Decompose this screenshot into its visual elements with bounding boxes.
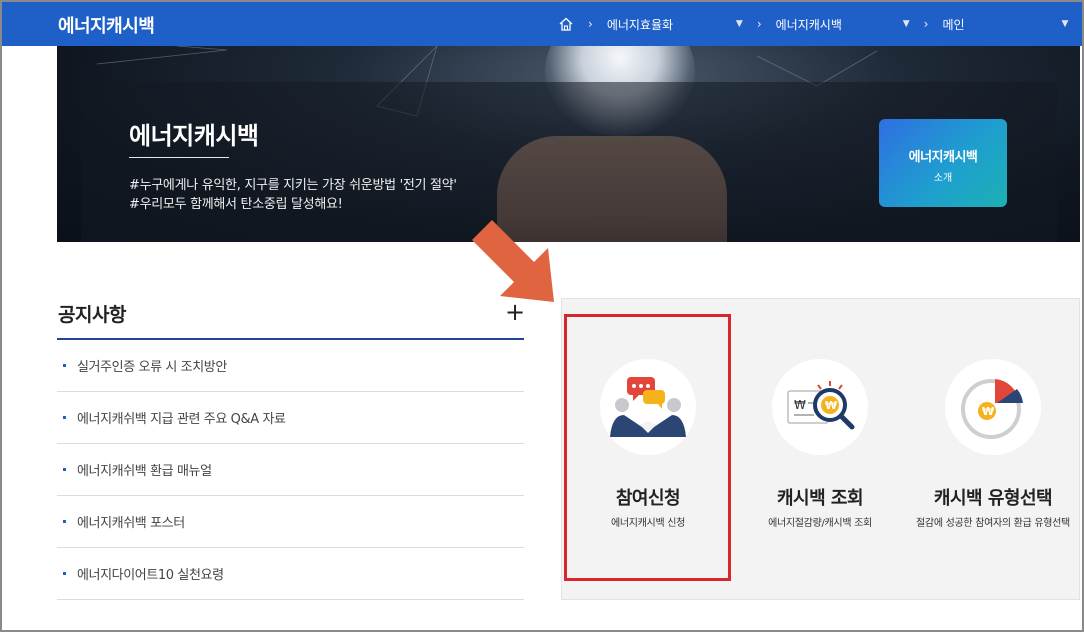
intro-button[interactable]: 에너지캐시백 소개 — [879, 119, 1007, 207]
bullet-icon — [63, 520, 66, 523]
chevron-down-icon: ▼ — [1061, 19, 1069, 29]
breadcrumb-label: 에너지효율화 — [606, 17, 674, 32]
svg-text:₩: ₩ — [794, 398, 806, 412]
notice-item[interactable]: 에너지캐쉬백 환급 매뉴얼 — [57, 444, 524, 496]
notice-item[interactable]: 에너지캐쉬백 포스터 — [57, 496, 524, 548]
breadcrumb-separator-icon: › — [923, 17, 929, 31]
highlight-box — [564, 314, 731, 581]
breadcrumb-item-main[interactable]: 메인 ▼ — [942, 16, 1068, 33]
notice-item[interactable]: 에너지캐쉬백 지급 관련 주요 Q&A 자료 — [57, 392, 524, 444]
notice-item-label: 실거주인증 오류 시 조치방안 — [77, 360, 227, 375]
notice-item[interactable]: 실거주인증 오류 시 조치방안 — [57, 340, 524, 392]
service-name: 캐시백 조회 — [776, 488, 864, 509]
hero-divider — [129, 157, 229, 158]
notice-list: 실거주인증 오류 시 조치방안 에너지캐쉬백 지급 관련 주요 Q&A 자료 에… — [57, 340, 524, 600]
breadcrumb: › 에너지효율화 ▼ › 에너지캐시백 ▼ › 메인 ▼ — [558, 2, 1068, 46]
chevron-down-icon: ▼ — [902, 19, 910, 29]
breadcrumb-item-cashback[interactable]: 에너지캐시백 ▼ — [776, 16, 910, 33]
intro-button-title: 에너지캐시백 — [908, 150, 978, 165]
breadcrumb-label: 에너지캐시백 — [775, 17, 842, 32]
service-card-lookup[interactable]: ₩ ₩ 캐시백 조회 에너지절감량/캐시백 조회 — [734, 299, 906, 599]
notice-item-label: 에너지다이어트10 실천요령 — [77, 568, 224, 583]
breadcrumb-separator-icon: › — [588, 17, 593, 31]
notice-item-label: 에너지캐쉬백 환급 매뉴얼 — [77, 464, 212, 479]
notice-item-label: 에너지캐쉬백 지급 관련 주요 Q&A 자료 — [77, 412, 286, 427]
service-description: 에너지절감량/캐시백 조회 — [768, 518, 872, 529]
breadcrumb-separator-icon: › — [756, 17, 762, 31]
service-description: 절감에 성공한 참여자의 환급 유형선택 — [916, 518, 1070, 529]
hero-description-1: #누구에게나 유익한, 지구를 지키는 가장 쉬운방법 '전기 절약' — [129, 178, 457, 193]
home-icon[interactable] — [558, 16, 574, 32]
top-nav-bar: 에너지캐시백 › 에너지효율화 ▼ › 에너지캐시백 ▼ › 메인 ▼ — [2, 2, 1082, 46]
bullet-icon — [63, 468, 66, 471]
svg-text:₩: ₩ — [825, 399, 837, 412]
annotation-arrow-icon — [472, 220, 554, 302]
breadcrumb-label: 메인 — [942, 17, 965, 32]
site-logo[interactable]: 에너지캐시백 — [58, 12, 155, 38]
notice-item[interactable]: 에너지다이어트10 실천요령 — [57, 548, 524, 600]
svg-text:₩: ₩ — [982, 405, 994, 418]
bullet-icon — [63, 416, 66, 419]
hero-description-2: #우리모두 함께해서 탄소중립 달성해요! — [129, 197, 343, 212]
pie-won-icon: ₩ — [945, 359, 1041, 455]
bullet-icon — [63, 364, 66, 367]
notice-item-label: 에너지캐쉬백 포스터 — [77, 516, 185, 531]
hero-title: 에너지캐시백 — [129, 122, 259, 150]
breadcrumb-item-efficiency[interactable]: 에너지효율화 ▼ — [607, 16, 743, 33]
intro-button-subtitle: 소개 — [933, 173, 953, 184]
bullet-icon — [63, 572, 66, 575]
service-card-type-select[interactable]: ₩ 캐시백 유형선택 절감에 성공한 참여자의 환급 유형선택 — [906, 299, 1080, 599]
notice-title: 공지사항 — [58, 304, 126, 326]
won-magnifier-icon: ₩ ₩ — [772, 359, 868, 455]
chevron-down-icon: ▼ — [735, 19, 743, 29]
service-name: 캐시백 유형선택 — [933, 488, 1053, 509]
